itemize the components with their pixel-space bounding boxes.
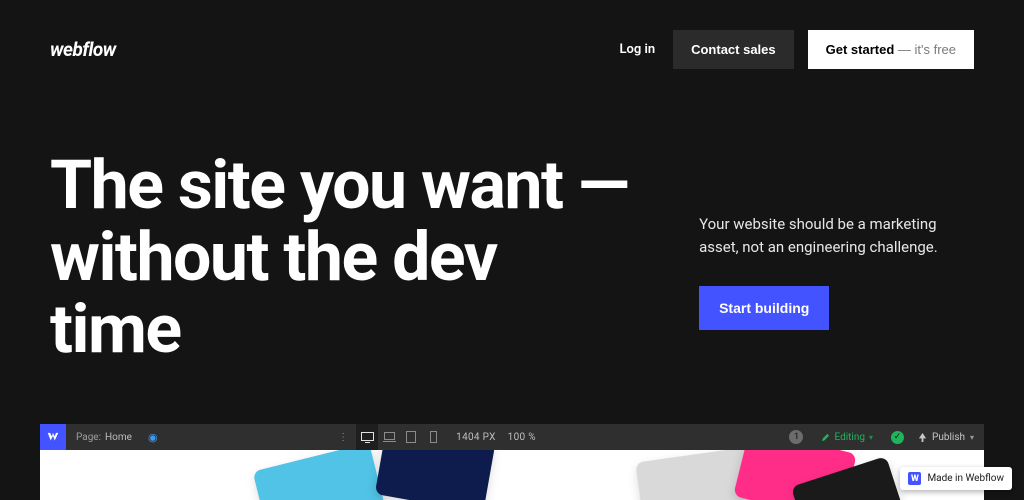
editing-mode-toggle[interactable]: Editing ▾ [813,432,881,443]
status-ok-icon[interactable]: ✓ [891,431,904,444]
more-icon[interactable]: ⋮ [330,432,356,443]
preview-card [253,450,388,500]
editing-label: Editing [834,432,865,443]
device-mobile-icon[interactable] [422,424,444,450]
brand-logo[interactable]: webflow [50,38,116,61]
device-tablet-icon[interactable] [400,424,422,450]
start-building-button[interactable]: Start building [699,286,829,330]
device-switcher [356,424,444,450]
device-laptop-icon[interactable] [378,424,400,450]
made-in-webflow-label: Made in Webflow [927,473,1004,484]
page-label: Page: [76,432,101,443]
contact-sales-button[interactable]: Contact sales [673,30,794,69]
page-selector[interactable]: Page: Home [66,432,142,443]
made-in-webflow-badge[interactable]: W Made in Webflow [900,467,1012,490]
publish-label: Publish [932,432,965,443]
canvas-zoom[interactable]: 100 % [508,432,548,443]
designer-preview: Page: Home ◉ ⋮ 1404 PX 100 % 1 Editing [40,424,984,500]
hero-subtitle: Your website should be a marketing asset… [699,213,974,260]
chevron-down-icon: ▾ [869,433,873,442]
header-nav: Log in Contact sales Get started — it's … [615,30,974,69]
preview-eye-icon[interactable]: ◉ [148,431,158,444]
designer-canvas: ↙ [40,450,984,500]
login-link[interactable]: Log in [615,32,659,67]
get-started-suffix: — it's free [894,42,956,57]
get-started-label: Get started [826,42,895,57]
publish-button[interactable]: Publish ▾ [914,432,984,443]
chevron-down-icon: ▾ [970,433,974,442]
canvas-width[interactable]: 1404 PX [444,432,508,443]
webflow-app-icon[interactable] [40,424,66,450]
device-desktop-icon[interactable] [356,424,378,450]
designer-topbar: Page: Home ◉ ⋮ 1404 PX 100 % 1 Editing [40,424,984,450]
hero-title: The site you want — without the dev time [50,149,639,365]
webflow-mark-icon: W [908,472,921,485]
page-name: Home [105,432,132,443]
get-started-button[interactable]: Get started — it's free [808,30,974,69]
notification-badge[interactable]: 1 [789,430,803,444]
